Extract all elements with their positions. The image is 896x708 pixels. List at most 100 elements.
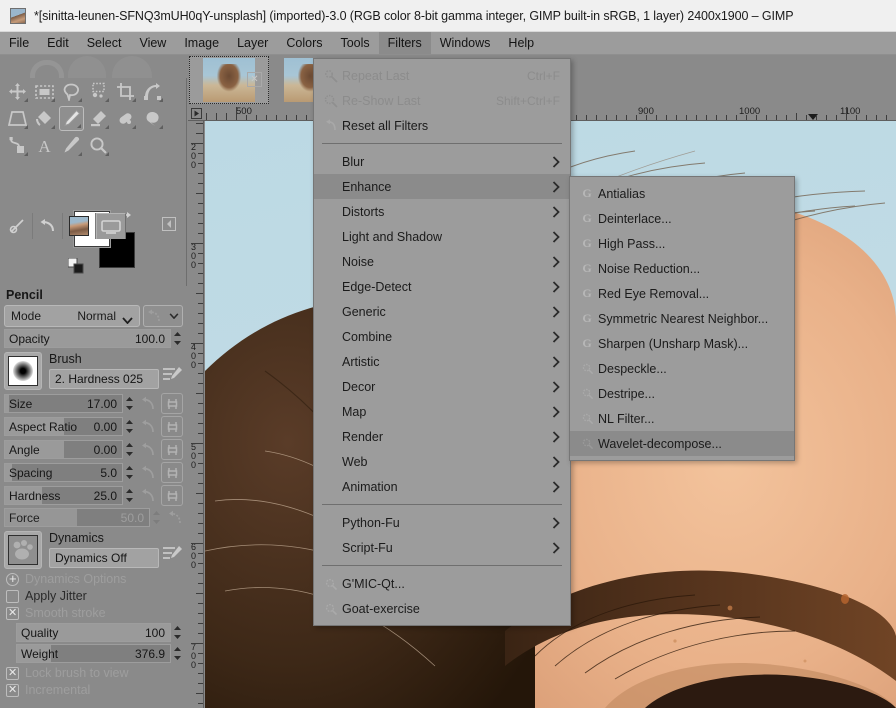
ruler-origin-button[interactable] <box>188 106 204 120</box>
menu-edit[interactable]: Edit <box>38 32 78 54</box>
menu-item-noise[interactable]: Noise <box>314 249 570 274</box>
pencil-tool[interactable] <box>59 106 84 131</box>
quality-spinner[interactable] <box>172 623 183 642</box>
eraser-tool[interactable] <box>86 106 111 131</box>
color-picker-tool[interactable] <box>59 133 84 158</box>
submenu-item-despeckle[interactable]: Despeckle... <box>570 356 794 381</box>
size-slider[interactable]: Size 17.00 <box>4 394 123 413</box>
submenu-item-wavelet-decompose[interactable]: Wavelet-decompose... <box>570 431 794 456</box>
hardness-lock-button[interactable] <box>161 485 183 506</box>
collapse-dock-icon[interactable] <box>162 217 176 231</box>
menu-tools[interactable]: Tools <box>331 32 378 54</box>
angle-reset-icon[interactable] <box>140 442 156 458</box>
apply-jitter-row[interactable]: Apply Jitter <box>6 589 183 603</box>
dynamics-preview[interactable] <box>4 531 42 569</box>
image-tab-close-icon[interactable]: ✕ <box>247 72 262 87</box>
move-tool[interactable] <box>5 79 30 104</box>
brush-edit-icon[interactable] <box>163 366 183 384</box>
menu-image[interactable]: Image <box>175 32 228 54</box>
heal-tool[interactable] <box>113 106 138 131</box>
menu-item-edge-detect[interactable]: Edge-Detect <box>314 274 570 299</box>
spacing-reset-icon[interactable] <box>140 465 156 481</box>
submenu-item-high-pass[interactable]: G High Pass... <box>570 231 794 256</box>
opacity-slider[interactable]: Opacity 100.0 <box>4 329 171 348</box>
aspect-ratio-reset-icon[interactable] <box>140 419 156 435</box>
submenu-item-destripe[interactable]: Destripe... <box>570 381 794 406</box>
vertical-ruler[interactable]: 200 300 400 500 600 700 <box>188 121 204 708</box>
menu-item-artistic[interactable]: Artistic <box>314 349 570 374</box>
mode-reset-button[interactable] <box>143 305 183 327</box>
apply-jitter-checkbox[interactable] <box>6 589 19 603</box>
submenu-item-symmetric-nearest-neighbor[interactable]: G Symmetric Nearest Neighbor... <box>570 306 794 331</box>
quick-mask-button[interactable] <box>3 213 33 239</box>
menu-file[interactable]: File <box>0 32 38 54</box>
lock-brush-to-view-row[interactable]: Lock brush to view <box>6 666 183 680</box>
menu-layer[interactable]: Layer <box>228 32 277 54</box>
menu-item-reshow-last[interactable]: Re-Show Last Shift+Ctrl+F <box>314 88 570 113</box>
menu-windows[interactable]: Windows <box>431 32 500 54</box>
transform-tool[interactable] <box>140 79 165 104</box>
perspective-tool[interactable] <box>5 106 30 131</box>
free-select-tool[interactable] <box>59 79 84 104</box>
submenu-item-red-eye-removal[interactable]: G Red Eye Removal... <box>570 281 794 306</box>
quality-slider[interactable]: Quality 100 <box>16 623 171 642</box>
aspect-ratio-lock-button[interactable] <box>161 416 183 437</box>
menu-item-repeat-last[interactable]: Repeat Last Ctrl+F <box>314 63 570 88</box>
clone-tool[interactable] <box>5 133 30 158</box>
menu-item-enhance[interactable]: Enhance <box>314 174 570 199</box>
size-lock-button[interactable] <box>161 393 183 414</box>
menu-filters[interactable]: Filters <box>378 32 431 54</box>
menu-item-web[interactable]: Web <box>314 449 570 474</box>
weight-slider[interactable]: Weight 376.9 <box>16 644 171 663</box>
angle-spinner[interactable] <box>124 440 135 459</box>
opacity-spinner[interactable] <box>172 329 183 348</box>
menu-colors[interactable]: Colors <box>277 32 331 54</box>
menu-item-goat-exercise[interactable]: Goat-exercise <box>314 596 570 621</box>
menu-item-gmic-qt[interactable]: G'MIC-Qt... <box>314 571 570 596</box>
aspect-ratio-spinner[interactable] <box>124 417 135 436</box>
undo-history-button[interactable] <box>33 213 63 239</box>
smooth-stroke-checkbox[interactable] <box>6 606 19 620</box>
size-reset-icon[interactable] <box>140 396 156 412</box>
hardness-spinner[interactable] <box>124 486 135 505</box>
menu-item-distorts[interactable]: Distorts <box>314 199 570 224</box>
submenu-item-deinterlace[interactable]: G Deinterlace... <box>570 206 794 231</box>
image-tab-1[interactable]: ✕ <box>189 56 269 104</box>
incremental-row[interactable]: Incremental <box>6 683 183 697</box>
spacing-lock-button[interactable] <box>161 462 183 483</box>
reset-colors-icon[interactable] <box>67 257 84 274</box>
dynamics-options-row[interactable]: Dynamics Options <box>6 571 183 587</box>
menu-item-decor[interactable]: Decor <box>314 374 570 399</box>
size-spinner[interactable] <box>124 394 135 413</box>
dynamics-value[interactable]: Dynamics Off <box>49 548 159 568</box>
submenu-item-antialias[interactable]: G Antialias <box>570 181 794 206</box>
spacing-slider[interactable]: Spacing 5.0 <box>4 463 123 482</box>
mode-combo[interactable]: Mode Normal <box>4 305 140 327</box>
lock-brush-to-view-checkbox[interactable] <box>6 666 19 680</box>
brush-value[interactable]: 2. Hardness 025 <box>49 369 159 389</box>
menu-item-map[interactable]: Map <box>314 399 570 424</box>
menu-item-python-fu[interactable]: Python-Fu <box>314 510 570 535</box>
incremental-checkbox[interactable] <box>6 683 19 697</box>
dynamics-edit-icon[interactable] <box>163 545 183 563</box>
tool-options-tab-button[interactable] <box>96 213 126 239</box>
menu-help[interactable]: Help <box>499 32 543 54</box>
smudge-tool[interactable] <box>140 106 165 131</box>
menu-view[interactable]: View <box>130 32 175 54</box>
angle-slider[interactable]: Angle 0.00 <box>4 440 123 459</box>
menu-item-generic[interactable]: Generic <box>314 299 570 324</box>
hardness-slider[interactable]: Hardness 25.0 <box>4 486 123 505</box>
fuzzy-select-tool[interactable] <box>86 79 111 104</box>
menu-select[interactable]: Select <box>78 32 131 54</box>
crop-tool[interactable] <box>113 79 138 104</box>
spacing-spinner[interactable] <box>124 463 135 482</box>
expander-plus-icon[interactable] <box>6 571 19 587</box>
text-tool[interactable]: A <box>32 133 57 158</box>
angle-lock-button[interactable] <box>161 439 183 460</box>
brush-preview[interactable] <box>4 352 42 390</box>
menu-item-reset-all-filters[interactable]: Reset all Filters <box>314 113 570 138</box>
aspect-ratio-slider[interactable]: Aspect Ratio 0.00 <box>4 417 123 436</box>
submenu-item-noise-reduction[interactable]: G Noise Reduction... <box>570 256 794 281</box>
menu-item-blur[interactable]: Blur <box>314 149 570 174</box>
menu-item-render[interactable]: Render <box>314 424 570 449</box>
